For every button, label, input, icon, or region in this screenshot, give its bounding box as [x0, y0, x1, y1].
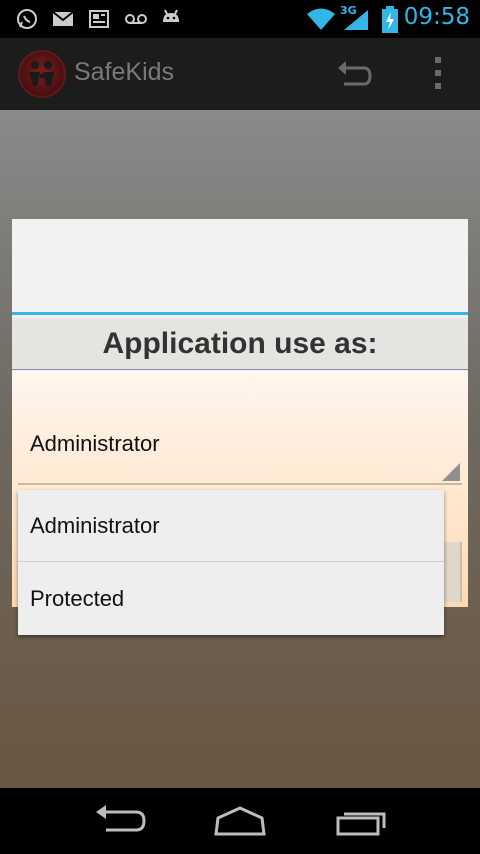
family-icon [29, 61, 54, 86]
dropdown-option-protected[interactable]: Protected [18, 563, 444, 635]
spinner-selected-value: Administrator [30, 431, 160, 456]
overflow-menu-icon[interactable] [432, 56, 444, 94]
app-logo [18, 50, 66, 98]
signal-icon [342, 8, 370, 36]
wifi-icon [306, 6, 336, 36]
dialog-title-area [12, 219, 468, 315]
dialog-button-partial[interactable] [442, 542, 462, 602]
status-time: 09:58 [403, 4, 470, 30]
news-icon [88, 8, 110, 34]
mail-icon [52, 8, 74, 34]
spinner-dropdown: Administrator Protected [18, 490, 444, 635]
dropdown-option-administrator[interactable]: Administrator [18, 490, 444, 562]
action-bar: SafeKids [0, 38, 480, 110]
dialog-heading: Application use as: [12, 318, 468, 370]
android-icon [160, 8, 182, 34]
spinner-arrow-icon [442, 463, 460, 481]
back-icon[interactable] [92, 804, 148, 842]
battery-charging-icon [380, 6, 400, 38]
app-title: SafeKids [74, 58, 175, 86]
recent-apps-icon[interactable] [334, 804, 390, 842]
home-icon[interactable] [212, 804, 268, 842]
navigation-bar [0, 788, 480, 854]
undo-icon[interactable] [336, 58, 372, 94]
whatsapp-icon [16, 8, 38, 34]
status-bar: 3G 09:58 [0, 0, 480, 38]
role-spinner[interactable]: Administrator [18, 411, 462, 485]
voicemail-icon [124, 8, 148, 34]
